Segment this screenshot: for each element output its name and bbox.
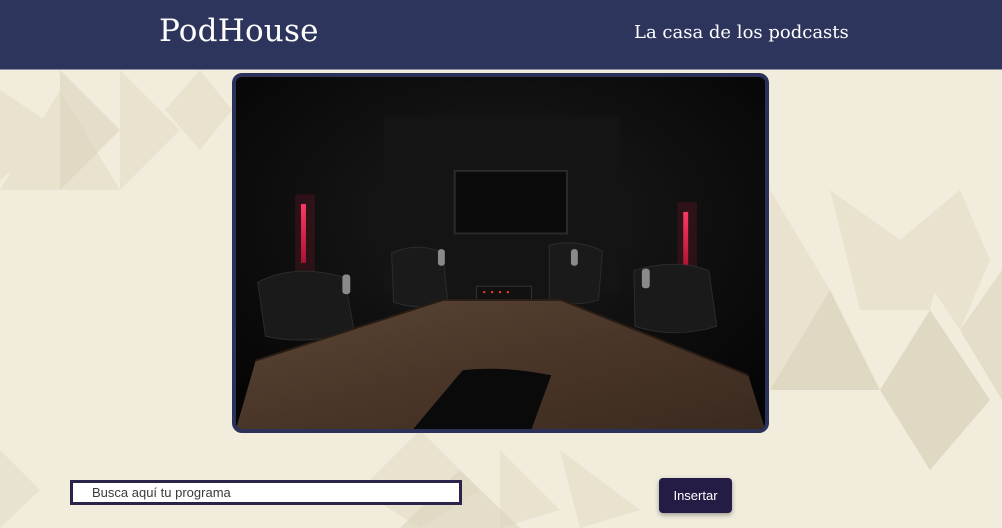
insert-button[interactable]: Insertar <box>659 478 732 513</box>
hero-image <box>232 73 769 433</box>
brand-logo[interactable]: PodHouse <box>159 13 319 49</box>
top-header: PodHouse La casa de los podcasts <box>0 0 1002 70</box>
tagline: La casa de los podcasts <box>634 22 849 43</box>
search-input[interactable] <box>70 480 462 505</box>
studio-photo <box>236 77 765 429</box>
